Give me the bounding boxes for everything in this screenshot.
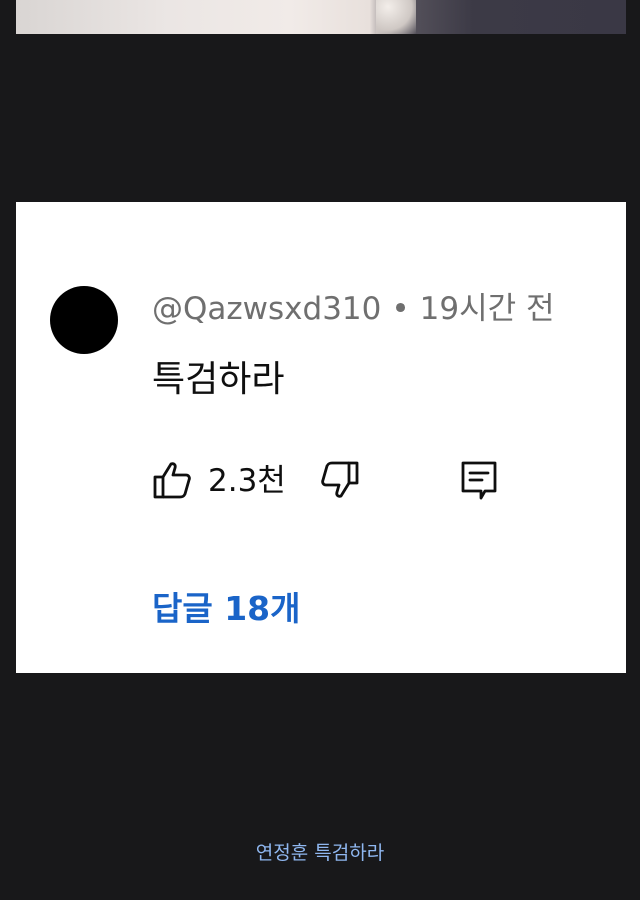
video-thumbnail-strip bbox=[16, 0, 626, 34]
meta-separator: • bbox=[391, 291, 410, 327]
replies-button[interactable]: 답글 18개 bbox=[152, 592, 301, 625]
like-count: 2.3천 bbox=[208, 463, 286, 499]
comment-text: 특검하라 bbox=[152, 359, 285, 400]
comment-timestamp: 19시간 전 bbox=[419, 291, 555, 327]
avatar[interactable] bbox=[50, 286, 118, 354]
caption-text: 연정훈 특검하라 bbox=[255, 842, 385, 864]
comment-icon[interactable] bbox=[460, 460, 500, 502]
comment-username[interactable]: @Qazwsxd310 bbox=[152, 291, 381, 327]
comment-actions: 2.3천 bbox=[152, 454, 592, 504]
comment-card: @Qazwsxd310 • 19시간 전 특검하라 2.3천 답글 18개 bbox=[16, 202, 626, 673]
thumbs-up-icon[interactable] bbox=[152, 460, 192, 500]
thumbs-down-icon[interactable] bbox=[320, 460, 360, 500]
comment-meta: @Qazwsxd310 • 19시간 전 bbox=[152, 294, 555, 325]
